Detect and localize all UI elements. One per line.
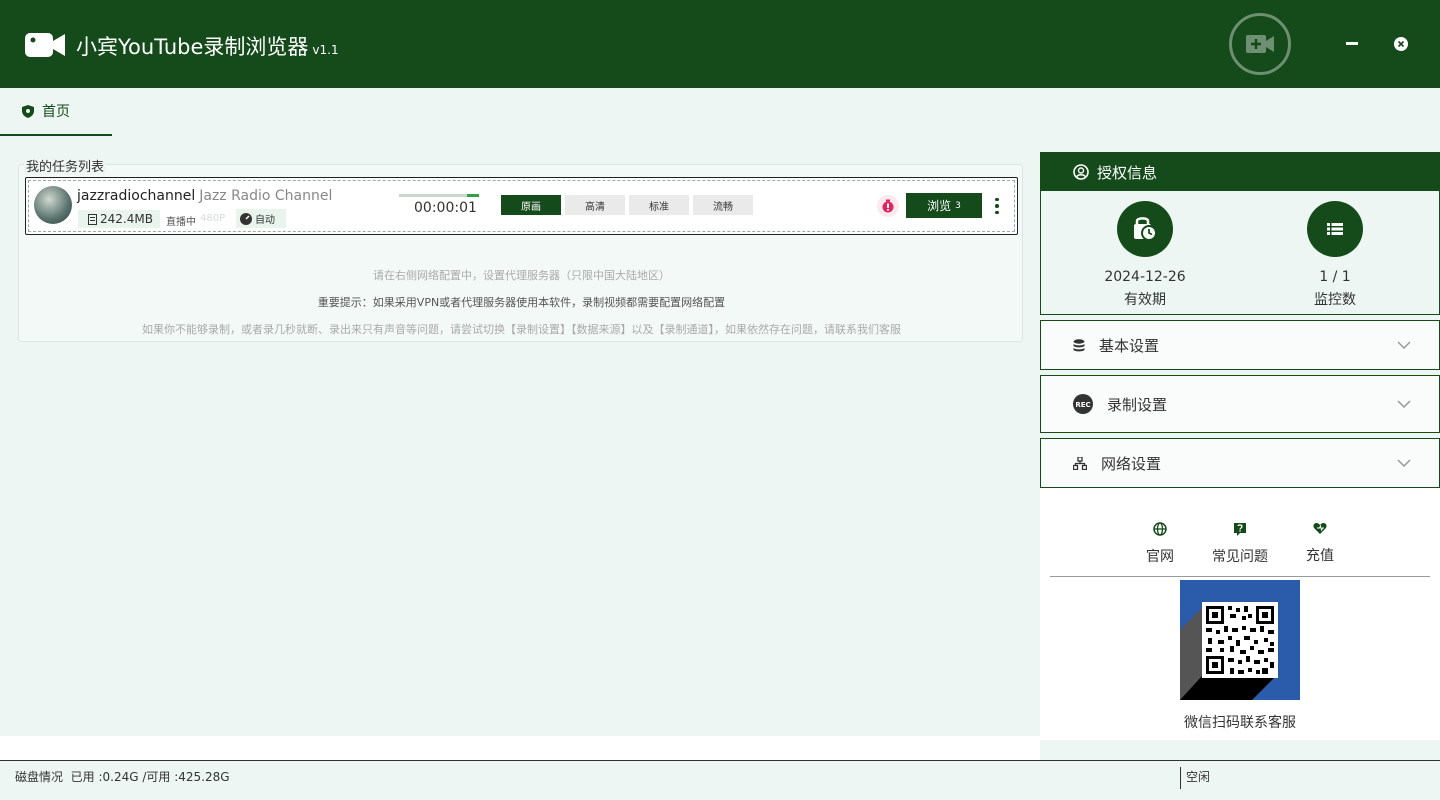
- auto-mode-badge[interactable]: 自动: [236, 209, 286, 228]
- recharge-link[interactable]: 充值: [1285, 522, 1355, 565]
- status-divider: [1180, 767, 1181, 789]
- app-state: 空闲: [1186, 770, 1211, 784]
- tab-home[interactable]: 首页: [0, 88, 112, 136]
- file-icon: [88, 213, 97, 225]
- clock-lock-icon: [1134, 217, 1157, 241]
- faq-label: 常见问题: [1212, 549, 1268, 565]
- expiry-button[interactable]: [1117, 201, 1173, 257]
- question-icon: [1234, 523, 1246, 536]
- resolution-tag: 480P: [200, 213, 226, 224]
- accordion-basic-settings[interactable]: 基本设置: [1040, 320, 1440, 370]
- more-dot: [995, 210, 999, 215]
- minimize-icon: [1346, 42, 1358, 45]
- expiry-value: 2024-12-26: [1104, 269, 1186, 285]
- record-add-icon: [1246, 35, 1274, 53]
- hint-vpn: 重要提示：如果采用VPN或者代理服务器使用本软件，录制视频都需要配置网络配置: [317, 296, 726, 309]
- auth-panel: 授权信息 2024-12-26 有效期 1 / 1 监控数: [1040, 152, 1440, 315]
- task-list-group: jazzradiochannel Jazz Radio Channel 242.4…: [18, 164, 1023, 342]
- monitor-button[interactable]: [1307, 201, 1363, 257]
- disk-usage: 已用 :0.24G /可用 :425.28G: [70, 770, 230, 784]
- quality-hd-button[interactable]: 高清: [565, 195, 625, 215]
- shield-icon: [22, 104, 34, 118]
- app-title: 小宾YouTube录制浏览器 v1.1: [76, 31, 339, 61]
- channel-display-name: Jazz Radio Channel: [199, 188, 333, 204]
- chevron-down-icon: [1397, 341, 1411, 349]
- disk-label: 磁盘情况: [15, 770, 64, 784]
- record-add-button[interactable]: [1229, 13, 1291, 75]
- accordion-record-settings[interactable]: REC 录制设置: [1040, 375, 1440, 433]
- chevron-down-icon: [1397, 459, 1411, 467]
- qr-caption: 微信扫码联系客服: [1184, 715, 1296, 731]
- main-panel: jazzradiochannel Jazz Radio Channel 242.4…: [0, 136, 1040, 736]
- elapsed-time: 00:00:01: [414, 200, 477, 216]
- website-label: 官网: [1146, 549, 1174, 565]
- qr-code-image: [1180, 580, 1300, 700]
- basic-settings-label: 基本设置: [1099, 336, 1160, 355]
- tab-home-label: 首页: [42, 104, 70, 120]
- quality-standard-button[interactable]: 标准: [629, 195, 689, 215]
- close-icon: [1394, 37, 1408, 51]
- hint-proxy: 请在右侧网络配置中，设置代理服务器（只限中国大陆地区）: [373, 269, 670, 282]
- quality-original-button[interactable]: 原画: [501, 195, 561, 215]
- rec-icon: REC: [1073, 394, 1093, 414]
- more-dot: [995, 197, 999, 202]
- network-icon: [1073, 456, 1087, 470]
- wechat-qr-code: [1180, 580, 1300, 700]
- links-panel: 官网 常见问题 充值 微信扫码联系客服: [1040, 488, 1440, 740]
- network-settings-label: 网络设置: [1101, 454, 1162, 473]
- accordion-network-settings[interactable]: 网络设置: [1040, 438, 1440, 488]
- tab-bar: 首页: [0, 88, 1440, 136]
- browse-label: 浏览: [927, 199, 952, 213]
- browse-button[interactable]: 浏览 3: [906, 193, 982, 218]
- rec-icon-text: REC: [1075, 401, 1090, 409]
- task-list-title: 我的任务列表: [24, 156, 107, 175]
- camera-icon: [25, 33, 65, 57]
- record-progress: [399, 194, 479, 197]
- file-size-badge: 242.4MB: [78, 210, 160, 228]
- title-bar: 小宾YouTube录制浏览器 v1.1: [0, 0, 1440, 88]
- more-dot: [995, 204, 999, 208]
- database-icon: [1073, 338, 1085, 351]
- website-link[interactable]: 官网: [1125, 522, 1195, 566]
- user-circle-icon: [1073, 164, 1089, 180]
- auth-title: 授权信息: [1097, 163, 1158, 182]
- links-divider: [1050, 576, 1430, 577]
- more-menu-button[interactable]: [990, 194, 1004, 218]
- record-alert-icon[interactable]: [877, 195, 899, 217]
- record-settings-label: 录制设置: [1107, 395, 1168, 414]
- disk-status: 磁盘情况 已用 :0.24G /可用 :425.28G: [15, 768, 230, 785]
- status-bar: 磁盘情况 已用 :0.24G /可用 :425.28G 空闲: [0, 760, 1440, 800]
- channel-avatar: [34, 186, 72, 224]
- record-progress-fill: [467, 194, 479, 197]
- chevron-down-icon: [1397, 400, 1411, 408]
- faq-link[interactable]: 常见问题: [1205, 522, 1275, 566]
- list-icon: [1327, 223, 1343, 235]
- browse-count: 3: [955, 200, 961, 211]
- auto-mode-label: 自动: [255, 215, 275, 226]
- main-bottom-strip: [0, 736, 1040, 760]
- minimize-button[interactable]: [1340, 32, 1364, 56]
- gauge-icon: [240, 212, 252, 225]
- channel-name: jazzradiochannel Jazz Radio Channel: [77, 188, 332, 204]
- expiry-label: 有效期: [1124, 292, 1166, 308]
- channel-id: jazzradiochannel: [77, 188, 196, 204]
- hint-troubleshoot: 如果你不能够录制，或者录几秒就断、录出来只有声音等问题，请尝试切换【录制设置】【…: [142, 323, 901, 336]
- auth-header: 授权信息: [1041, 153, 1439, 191]
- app-version: v1.1: [312, 43, 339, 57]
- close-button[interactable]: [1389, 32, 1413, 56]
- live-status: 直播中: [166, 217, 196, 228]
- quality-smooth-button[interactable]: 流畅: [693, 195, 753, 215]
- monitor-value: 1 / 1: [1319, 269, 1351, 285]
- recharge-label: 充值: [1306, 548, 1334, 564]
- monitor-label: 监控数: [1314, 292, 1356, 308]
- heart-icon: [1313, 523, 1327, 534]
- file-size: 242.4MB: [100, 212, 153, 226]
- globe-icon: [1153, 522, 1167, 536]
- alert-clock-icon: [882, 199, 894, 213]
- task-row[interactable]: jazzradiochannel Jazz Radio Channel 242.4…: [25, 177, 1018, 235]
- app-title-text: 小宾YouTube录制浏览器: [76, 35, 309, 59]
